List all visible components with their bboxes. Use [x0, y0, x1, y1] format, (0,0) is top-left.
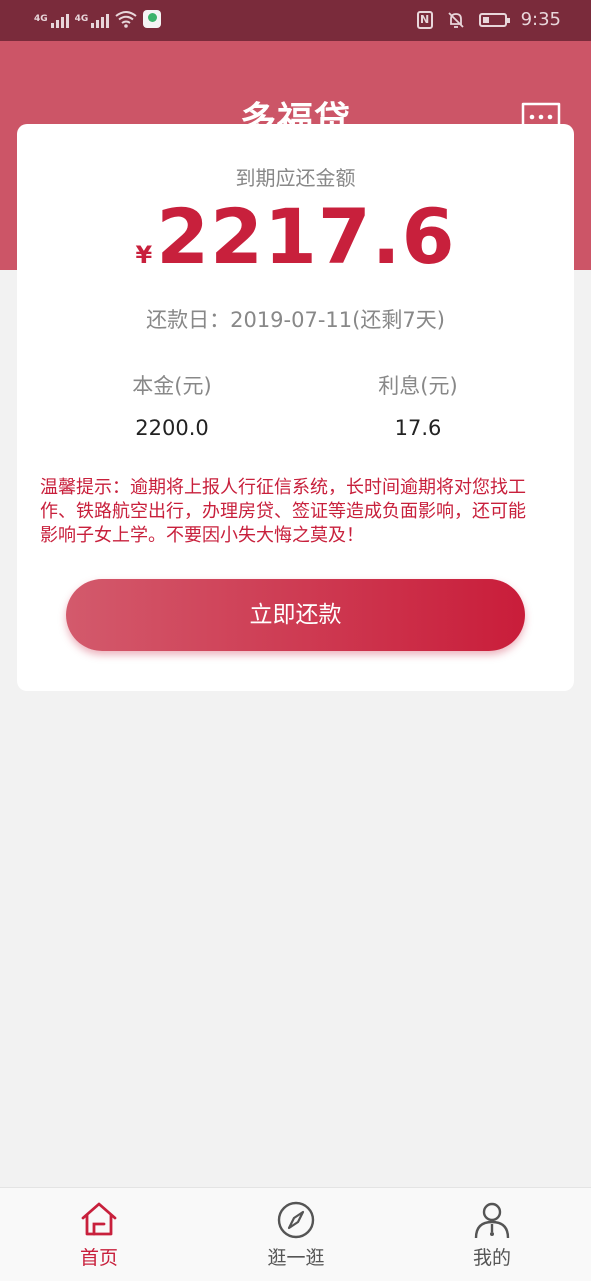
due-amount: ¥2217.6: [17, 192, 574, 281]
status-left: 4G 4G: [34, 10, 162, 28]
tab-mine[interactable]: 我的: [427, 1188, 557, 1281]
network-type-label: 4G: [34, 14, 48, 24]
mute-bell-icon: [447, 11, 464, 28]
status-bar: 4G 4G N 9:35: [0, 0, 591, 41]
app-notification-icon: [143, 10, 162, 28]
currency-symbol: ¥: [135, 241, 153, 269]
amount-value: 2217.6: [156, 192, 456, 281]
principal-label: 本金(元): [132, 374, 212, 398]
battery-icon: [478, 12, 510, 27]
interest-block: 利息(元) 17.6: [318, 370, 518, 440]
user-icon: [474, 1202, 510, 1239]
interest-value: 17.6: [394, 416, 442, 440]
warning-notice: 温馨提示：逾期将上报人行征信系统，长时间逾期将对您找工作、铁路航空出行，办理房贷…: [40, 477, 526, 546]
due-amount-label: 到期应还金额: [235, 166, 356, 190]
signal-icon-2: 4G: [75, 14, 110, 28]
home-icon: [81, 1202, 117, 1236]
tab-explore[interactable]: 逛一逛: [231, 1188, 361, 1281]
interest-label: 利息(元): [378, 374, 458, 398]
clock: 9:35: [520, 9, 561, 30]
principal-block: 本金(元) 2200.0: [72, 370, 272, 440]
nfc-icon: N: [416, 10, 433, 29]
compass-icon: [277, 1201, 315, 1239]
wifi-icon: [115, 11, 137, 28]
tab-home[interactable]: 首页: [34, 1188, 164, 1281]
repay-now-button[interactable]: 立即还款: [66, 579, 525, 651]
tab-mine-label: 我的: [472, 1247, 511, 1269]
status-right: N 9:35: [416, 9, 561, 30]
bottom-tab-bar: 首页 逛一逛 我的: [0, 1187, 591, 1281]
tab-explore-label: 逛一逛: [267, 1247, 325, 1269]
principal-value: 2200.0: [135, 416, 209, 440]
repayment-card: 到期应还金额 ¥2217.6 还款日：2019-07-11(还剩7天) 本金(元…: [17, 124, 574, 691]
tab-home-label: 首页: [79, 1247, 118, 1269]
due-date: 还款日：2019-07-11(还剩7天): [146, 308, 445, 332]
network-type-label-2: 4G: [74, 14, 89, 24]
signal-icon: 4G: [34, 14, 69, 28]
